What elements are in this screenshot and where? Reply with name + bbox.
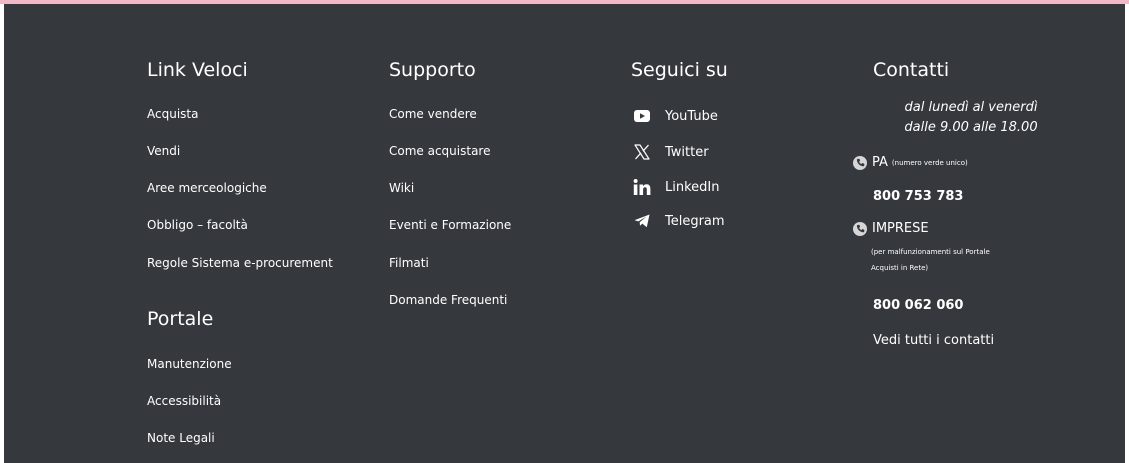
link-aree-merceologiche[interactable]: Aree merceologiche bbox=[147, 181, 267, 195]
linkedin-icon bbox=[631, 176, 653, 198]
link-note-legali[interactable]: Note Legali bbox=[147, 431, 215, 445]
link-veloci-heading: Link Veloci bbox=[147, 59, 248, 81]
social-telegram-link[interactable]: Telegram bbox=[631, 210, 831, 232]
link-domande-frequenti[interactable]: Domande Frequenti bbox=[389, 293, 507, 307]
pa-note: (numero verde unico) bbox=[891, 158, 968, 167]
social-linkedin-link[interactable]: LinkedIn bbox=[631, 176, 831, 198]
contatti-heading: Contatti bbox=[873, 59, 950, 81]
link-regole-sistema[interactable]: Regole Sistema e-procurement bbox=[147, 256, 333, 270]
opening-hours-days: dal lunedì al venerdì bbox=[904, 100, 1038, 115]
social-twitter-link[interactable]: Twitter bbox=[631, 141, 831, 163]
pa-label: PA bbox=[872, 155, 888, 170]
telegram-icon bbox=[631, 210, 653, 232]
pa-phone-number[interactable]: 800 753 783 bbox=[873, 189, 963, 204]
link-vendi[interactable]: Vendi bbox=[147, 144, 180, 158]
site-footer: Link Veloci Acquista Vendi Aree merceolo… bbox=[4, 4, 1125, 463]
link-eventi-formazione[interactable]: Eventi e Formazione bbox=[389, 218, 511, 232]
social-linkedin-label: LinkedIn bbox=[665, 179, 720, 195]
link-come-vendere[interactable]: Come vendere bbox=[389, 107, 477, 121]
link-manutenzione[interactable]: Manutenzione bbox=[147, 357, 232, 371]
pa-phone-row: PA (numero verde unico) bbox=[853, 155, 968, 170]
link-acquista[interactable]: Acquista bbox=[147, 107, 198, 121]
link-filmati[interactable]: Filmati bbox=[389, 256, 429, 270]
imprese-note-line2: Acquisti in Rete) bbox=[871, 264, 929, 272]
portale-heading: Portale bbox=[147, 308, 214, 330]
opening-hours-time: dalle 9.00 alle 18.00 bbox=[904, 120, 1038, 135]
opening-hours: dal lunedì al venerdì dalle 9.00 alle 18… bbox=[871, 98, 1071, 138]
social-youtube-label: YouTube bbox=[665, 108, 718, 124]
social-heading: Seguici su bbox=[631, 59, 728, 81]
link-wiki[interactable]: Wiki bbox=[389, 181, 414, 195]
link-come-acquistare[interactable]: Come acquistare bbox=[389, 144, 490, 158]
all-contacts-link[interactable]: Vedi tutti i contatti bbox=[873, 333, 994, 348]
social-twitter-label: Twitter bbox=[665, 144, 709, 160]
youtube-icon bbox=[631, 105, 653, 127]
social-youtube-link[interactable]: YouTube bbox=[631, 105, 831, 127]
imprese-phone-row: IMPRESE bbox=[853, 221, 929, 236]
x-twitter-icon bbox=[631, 141, 653, 163]
imprese-phone-number[interactable]: 800 062 060 bbox=[873, 298, 963, 313]
phone-icon bbox=[853, 155, 867, 170]
supporto-heading: Supporto bbox=[389, 59, 476, 81]
imprese-label: IMPRESE bbox=[872, 221, 929, 236]
imprese-note: (per malfunzionamenti sul Portale Acquis… bbox=[871, 244, 1071, 276]
link-obbligo-facolta[interactable]: Obbligo – facoltà bbox=[147, 218, 248, 232]
link-accessibilita[interactable]: Accessibilità bbox=[147, 394, 221, 408]
phone-icon bbox=[853, 221, 867, 236]
imprese-note-line1: (per malfunzionamenti sul Portale bbox=[871, 248, 990, 256]
social-telegram-label: Telegram bbox=[665, 213, 725, 229]
